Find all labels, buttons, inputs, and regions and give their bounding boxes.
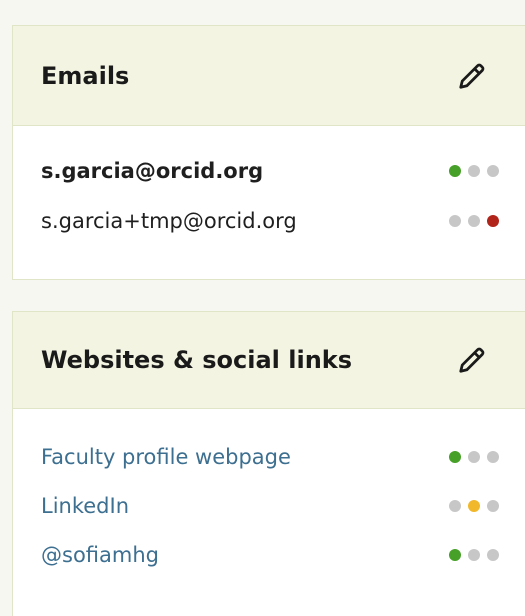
emails-title: Emails bbox=[41, 61, 130, 90]
visibility-dots-icon[interactable] bbox=[449, 215, 499, 227]
visibility-dot-everyone bbox=[449, 549, 461, 561]
pencil-icon bbox=[459, 63, 485, 89]
email-address-primary: s.garcia@orcid.org bbox=[41, 159, 264, 183]
pencil-icon bbox=[459, 347, 485, 373]
websites-title: Websites & social links bbox=[41, 346, 353, 374]
website-row: LinkedIn bbox=[41, 490, 499, 522]
visibility-dot-trusted bbox=[468, 165, 480, 177]
visibility-dot-everyone bbox=[449, 451, 461, 463]
visibility-dot-private bbox=[487, 451, 499, 463]
visibility-dot-trusted bbox=[468, 500, 480, 512]
visibility-dot-trusted bbox=[468, 215, 480, 227]
visibility-dots-icon[interactable] bbox=[449, 165, 499, 177]
website-row: @sofiamhg bbox=[41, 539, 499, 571]
visibility-dot-private bbox=[487, 215, 499, 227]
websites-panel-header: Websites & social links bbox=[13, 312, 525, 409]
website-link-linkedin[interactable]: LinkedIn bbox=[41, 494, 129, 518]
visibility-dot-private bbox=[487, 549, 499, 561]
email-address: s.garcia+tmp@orcid.org bbox=[41, 209, 297, 233]
edit-websites-button[interactable] bbox=[455, 343, 489, 377]
website-link-social-handle[interactable]: @sofiamhg bbox=[41, 543, 159, 567]
visibility-dots-icon[interactable] bbox=[449, 500, 499, 512]
visibility-dot-trusted bbox=[468, 549, 480, 561]
emails-panel-header: Emails bbox=[13, 26, 525, 126]
visibility-dot-private bbox=[487, 500, 499, 512]
website-row: Faculty profile webpage bbox=[41, 441, 499, 473]
edit-emails-button[interactable] bbox=[455, 59, 489, 93]
email-row: s.garcia+tmp@orcid.org bbox=[41, 205, 499, 237]
visibility-dots-icon[interactable] bbox=[449, 549, 499, 561]
visibility-dots-icon[interactable] bbox=[449, 451, 499, 463]
visibility-dot-everyone bbox=[449, 215, 461, 227]
visibility-dot-everyone bbox=[449, 500, 461, 512]
visibility-dot-everyone bbox=[449, 165, 461, 177]
emails-panel: Emails s.garcia@orcid.org s.garcia+tmp@o… bbox=[12, 25, 525, 280]
website-link-faculty-profile[interactable]: Faculty profile webpage bbox=[41, 445, 291, 469]
visibility-dot-private bbox=[487, 165, 499, 177]
visibility-dot-trusted bbox=[468, 451, 480, 463]
email-row: s.garcia@orcid.org bbox=[41, 155, 499, 187]
websites-panel: Websites & social links Faculty profile … bbox=[12, 311, 525, 616]
